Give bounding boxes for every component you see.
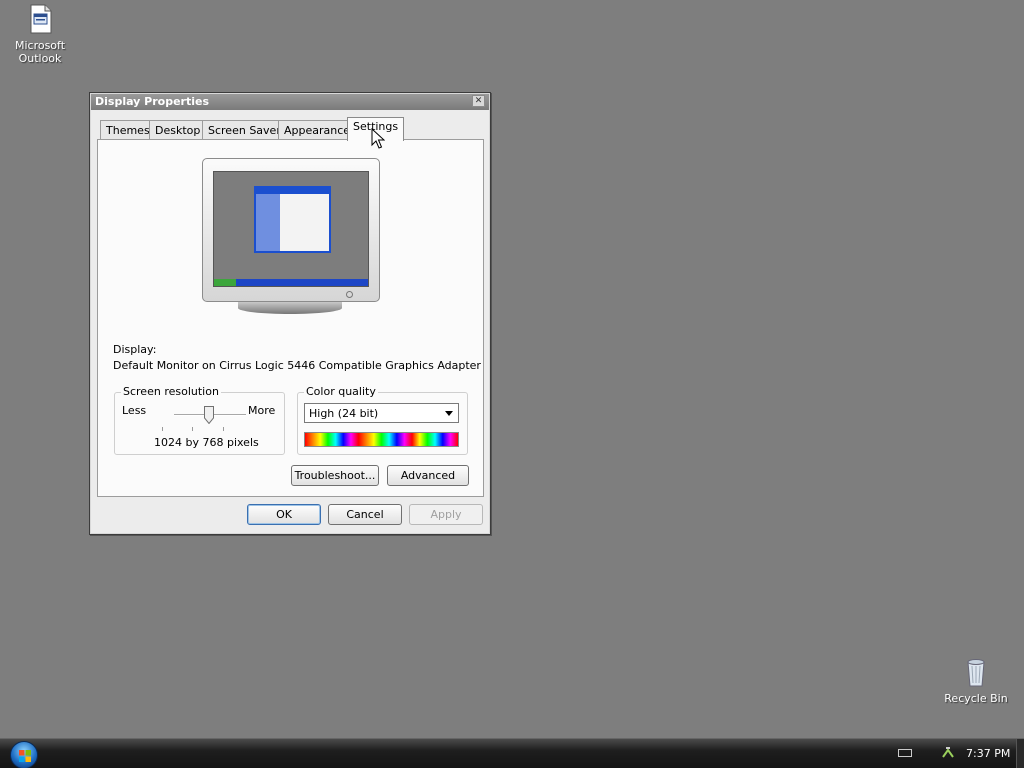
screen-resolution-group: Screen resolution Less More 1024 by 768 … [114,386,285,455]
display-adapter-text: Default Monitor on Cirrus Logic 5446 Com… [113,359,481,372]
monitor-bezel [202,158,380,302]
color-quality-group: Color quality High (24 bit) [297,386,468,455]
close-icon: ✕ [474,96,483,106]
dialog-titlebar[interactable]: Display Properties ✕ [91,94,489,110]
resolution-value: 1024 by 768 pixels [154,436,259,449]
display-label: Display: [113,343,157,356]
desktop: Microsoft Outlook Recycle Bin Display Pr… [0,0,1024,768]
recycle-bin-icon [960,656,992,688]
chevron-down-icon [445,411,453,416]
outlook-desktop-icon[interactable]: Microsoft Outlook [2,3,78,65]
resolution-more-label: More [248,404,276,417]
preview-taskbar [214,279,368,286]
windows-logo-icon [19,750,31,762]
color-quality-value: High (24 bit) [309,407,379,420]
recycle-bin-label: Recycle Bin [944,692,1008,705]
color-quality-title: Color quality [304,385,378,398]
mouse-cursor-icon [371,127,386,153]
advanced-button[interactable]: Advanced [387,465,469,486]
taskbar-clock[interactable]: 7:37 PM [966,747,1010,760]
troubleshoot-button[interactable]: Troubleshoot... [291,465,379,486]
display-properties-dialog: Display Properties ✕ Themes Desktop Scre… [89,92,491,535]
monitor-power-icon [346,291,353,298]
outlook-icon [24,3,56,35]
ok-button[interactable]: OK [247,504,321,525]
preview-window [254,186,331,253]
taskbar: 7:37 PM [0,738,1024,768]
close-button[interactable]: ✕ [472,95,485,107]
monitor-stand [238,302,342,314]
monitor-screen [213,171,369,287]
tab-desktop[interactable]: Desktop [149,120,207,140]
resolution-slider-thumb[interactable] [204,406,214,425]
start-button[interactable] [10,741,38,768]
network-icon[interactable] [941,745,955,759]
preview-start-button [214,279,236,286]
tab-appearance[interactable]: Appearance [278,120,357,140]
cancel-button[interactable]: Cancel [328,504,402,525]
recycle-bin-desktop-icon[interactable]: Recycle Bin [938,656,1014,705]
tab-themes[interactable]: Themes [100,120,156,140]
screen-resolution-title: Screen resolution [121,385,221,398]
outlook-icon-label: Microsoft Outlook [14,39,66,65]
tab-screen-saver[interactable]: Screen Saver [202,120,287,140]
dialog-title: Display Properties [95,95,210,108]
color-quality-select[interactable]: High (24 bit) [304,403,459,423]
slider-tick [223,427,224,431]
slider-tick [162,427,163,431]
slider-tick [192,427,193,431]
show-desktop-button[interactable] [1016,739,1024,768]
resolution-less-label: Less [122,404,147,417]
settings-tab-panel: Display: Default Monitor on Cirrus Logic… [97,139,484,497]
keyboard-icon[interactable] [898,749,912,757]
monitor-preview [202,158,380,318]
color-spectrum-bar [304,432,459,447]
apply-button[interactable]: Apply [409,504,483,525]
